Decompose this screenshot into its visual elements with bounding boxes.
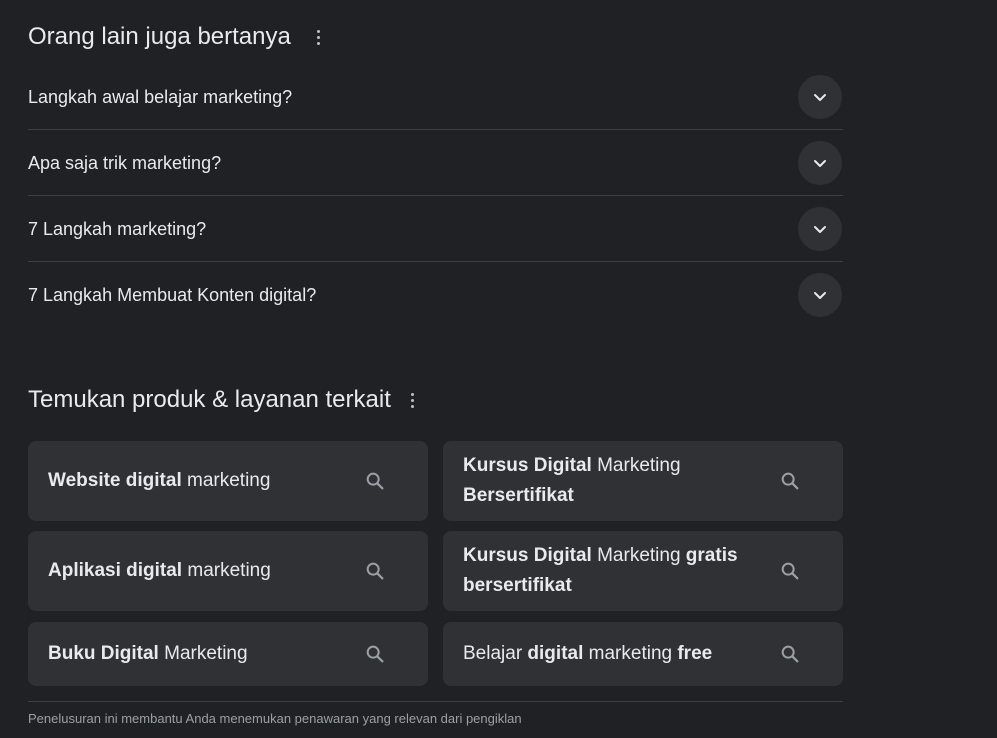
text-segment: marketing (182, 560, 271, 581)
text-segment: marketing (583, 643, 678, 664)
chevron-down-icon (814, 159, 826, 167)
bold-segment: digital (527, 643, 584, 664)
related-card-label: Aplikasi digital marketing (48, 556, 338, 586)
paa-question: 7 Langkah marketing? (28, 218, 207, 239)
paa-question: 7 Langkah Membuat Konten digital? (28, 284, 317, 305)
text-segment: Marketing (158, 643, 248, 664)
paa-list: Langkah awal belajar marketing? Apa saja… (28, 64, 843, 327)
bold-segment: Bersertifikat (463, 485, 574, 506)
bold-segment: Buku Digital (48, 643, 159, 664)
related-card-label: Website digital marketing (48, 466, 338, 496)
search-icon (781, 472, 799, 490)
divider (28, 701, 843, 702)
text-segment: marketing (181, 470, 271, 491)
related-card[interactable]: Buku Digital Marketing (28, 622, 428, 686)
expand-button[interactable] (798, 74, 842, 119)
related-card-label: Buku Digital Marketing (48, 639, 338, 669)
chevron-down-icon (814, 291, 826, 299)
related-card-label: Kursus Digital Marketing Bersertifikat (463, 451, 753, 511)
related-card-label: Kursus Digital Marketing gratis berserti… (463, 541, 753, 601)
paa-item[interactable]: 7 Langkah marketing? (28, 196, 843, 262)
chevron-down-icon (814, 225, 826, 233)
paa-question: Langkah awal belajar marketing? (28, 86, 293, 107)
bold-segment: Website digital (48, 470, 182, 491)
text-segment: Marketing (591, 545, 686, 566)
bold-segment: free (677, 643, 713, 664)
search-icon (366, 645, 384, 663)
paa-title: Orang lain juga bertanya (28, 23, 291, 50)
bold-segment: Kursus Digital (463, 455, 592, 476)
related-card[interactable]: Aplikasi digital marketing (28, 531, 428, 611)
expand-button[interactable] (798, 140, 842, 185)
page: Orang lain juga bertanya Langkah awal be… (0, 0, 997, 738)
search-icon (366, 472, 384, 490)
related-card[interactable]: Belajar digital marketing free (443, 622, 843, 686)
search-icon (781, 645, 799, 663)
related-header: Temukan produk & layanan terkait (28, 385, 421, 415)
expand-button[interactable] (798, 206, 842, 251)
chevron-down-icon (814, 93, 826, 101)
advertiser-footnote: Penelusuran ini membantu Anda menemukan … (28, 711, 522, 726)
related-card[interactable]: Kursus Digital Marketing gratis berserti… (443, 531, 843, 611)
related-title: Temukan produk & layanan terkait (28, 386, 391, 413)
paa-item[interactable]: Langkah awal belajar marketing? (28, 64, 843, 130)
text-segment: Marketing (591, 455, 681, 476)
search-icon (366, 562, 384, 580)
paa-question: Apa saja trik marketing? (28, 152, 222, 173)
related-card[interactable]: Website digital marketing (28, 441, 428, 521)
paa-header: Orang lain juga bertanya (28, 22, 327, 52)
more-vert-icon[interactable] (405, 388, 421, 412)
bold-segment: Kursus Digital (463, 545, 592, 566)
more-vert-icon[interactable] (311, 25, 327, 49)
paa-item[interactable]: Apa saja trik marketing? (28, 130, 843, 196)
expand-button[interactable] (798, 272, 842, 317)
bold-segment: Aplikasi digital (48, 560, 183, 581)
related-card-label: Belajar digital marketing free (463, 639, 753, 669)
search-icon (781, 562, 799, 580)
paa-item[interactable]: 7 Langkah Membuat Konten digital? (28, 262, 843, 327)
text-segment: Belajar (463, 643, 528, 664)
related-card[interactable]: Kursus Digital Marketing Bersertifikat (443, 441, 843, 521)
